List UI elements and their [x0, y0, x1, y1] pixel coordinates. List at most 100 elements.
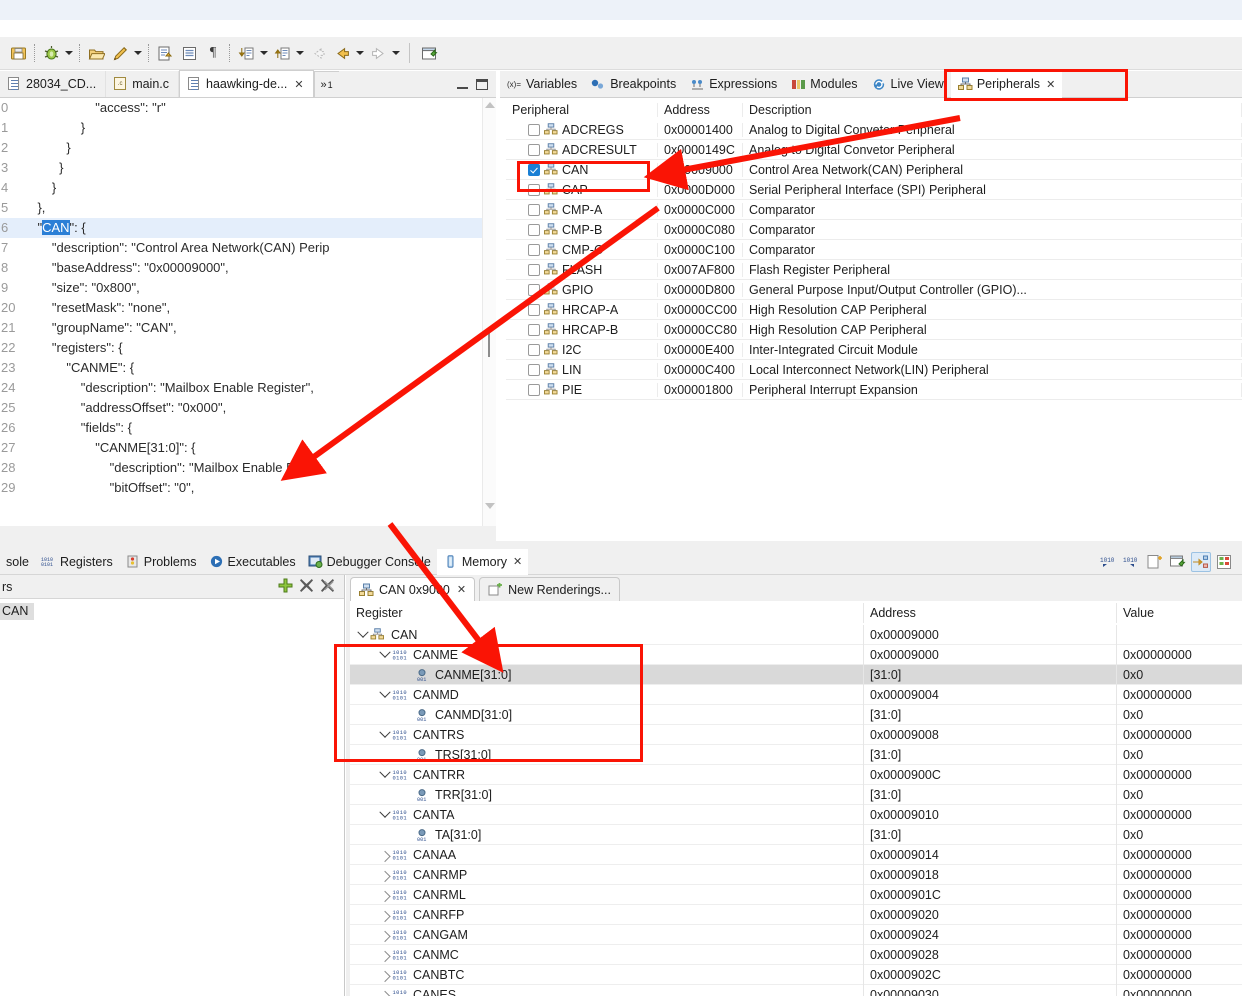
register-value[interactable]: 0x0	[1117, 705, 1242, 725]
forward-dropdown-arrow-icon[interactable]	[390, 42, 402, 64]
chevron-right-icon[interactable]	[378, 888, 392, 902]
scroll-down-icon[interactable]	[485, 503, 495, 513]
tab-memory[interactable]: Memory ✕	[436, 548, 529, 575]
code-line[interactable]: 22 "registers": {	[0, 338, 496, 358]
peripheral-name-cell[interactable]: ADCRESULT	[506, 142, 658, 157]
register-value[interactable]: 0x00000000	[1117, 685, 1242, 705]
register-row[interactable]: 1010 0101 CANRML 0x0000901C 0x00000000	[350, 884, 1242, 905]
register-name-cell[interactable]: 1010 0101 CANRMP	[350, 864, 864, 885]
column-header-description[interactable]: Description	[743, 102, 1242, 117]
peripheral-row[interactable]: LIN 0x0000C400 Local Interconnect Network(…	[506, 360, 1242, 380]
register-value[interactable]: 0x0	[1117, 665, 1242, 685]
peripheral-row[interactable]: CMP-B 0x0000C080 Comparator	[506, 220, 1242, 240]
tab-executables[interactable]: Executables	[203, 549, 302, 575]
column-header-address[interactable]: Address	[864, 602, 1117, 623]
editor-tab-overflow[interactable]: » 1	[313, 71, 339, 97]
column-header-peripheral[interactable]: Peripheral	[506, 102, 658, 117]
peripheral-checkbox[interactable]	[528, 363, 540, 376]
column-header-value[interactable]: Value	[1117, 603, 1242, 623]
chevron-down-icon[interactable]	[356, 628, 370, 642]
column-header-register[interactable]: Register	[350, 602, 864, 623]
register-value[interactable]: 0x00000000	[1117, 945, 1242, 965]
register-name-cell[interactable]: 001 TRS[31:0]	[350, 744, 864, 765]
open-perspective-icon[interactable]	[418, 42, 440, 64]
register-value[interactable]: 0x00000000	[1117, 725, 1242, 745]
peripheral-checkbox[interactable]	[528, 283, 540, 296]
tab-console[interactable]: sole	[0, 549, 35, 575]
next-annotation-icon[interactable]	[235, 42, 257, 64]
register-row[interactable]: 1010 0101 CANMD 0x00009004 0x00000000	[350, 684, 1242, 705]
run-pencil-icon[interactable]	[109, 42, 131, 64]
peripheral-checkbox[interactable]	[528, 163, 540, 176]
code-line[interactable]: 23 "CANME": {	[0, 358, 496, 378]
peripheral-checkbox[interactable]	[528, 243, 540, 256]
peripheral-row[interactable]: CAP 0x0000D000 Serial Peripheral Interface…	[506, 180, 1242, 200]
close-icon[interactable]: ✕	[1046, 78, 1055, 91]
peripheral-row[interactable]: GPIO 0x0000D800 General Purpose Input/Outp…	[506, 280, 1242, 300]
register-value[interactable]: 0x0	[1117, 745, 1242, 765]
editor-tab-1[interactable]: .c main.c	[106, 71, 180, 97]
register-name-cell[interactable]: 001 TA[31:0]	[350, 824, 864, 845]
chevron-right-icon[interactable]	[378, 848, 392, 862]
register-name-cell[interactable]: 1010 0101 CANMD	[350, 684, 864, 705]
register-name-cell[interactable]: 1010 0101 CANAA	[350, 844, 864, 865]
debug-dropdown-arrow-icon[interactable]	[63, 42, 75, 64]
code-line[interactable]: 2 }	[0, 138, 496, 158]
tab-peripherals[interactable]: Peripherals ✕	[950, 70, 1063, 98]
tab-registers[interactable]: 1010 0101 Registers	[35, 549, 119, 575]
register-row[interactable]: 1010 0101 CANBTC 0x0000902C 0x00000000	[350, 964, 1242, 985]
minimize-icon[interactable]	[457, 80, 468, 89]
register-name-cell[interactable]: 001 CANME[31:0]	[350, 664, 864, 685]
maximize-icon[interactable]	[476, 78, 488, 90]
code-line[interactable]: 26 "fields": {	[0, 418, 496, 438]
register-row[interactable]: 001 CANME[31:0] [31:0] 0x0	[350, 664, 1242, 685]
run-dropdown-arrow-icon[interactable]	[132, 42, 144, 64]
tab-problems[interactable]: Problems	[119, 549, 203, 575]
register-name-cell[interactable]: 1010 0101 CANTRS	[350, 724, 864, 745]
peripheral-name-cell[interactable]: CAP	[506, 182, 658, 197]
peripheral-checkbox[interactable]	[528, 303, 540, 316]
close-icon[interactable]: ✕	[294, 78, 303, 91]
register-row[interactable]: 1010 0101 CANTRS 0x00009008 0x00000000	[350, 724, 1242, 745]
register-value[interactable]: 0x00000000	[1117, 805, 1242, 825]
peripheral-name-cell[interactable]: CMP-B	[506, 222, 658, 237]
register-value[interactable]: 0x00000000	[1117, 885, 1242, 905]
tab-live-view[interactable]: Live View	[865, 71, 951, 98]
pin-memory-monitor-icon[interactable]	[1214, 552, 1234, 572]
peripheral-checkbox[interactable]	[528, 223, 540, 236]
code-line[interactable]: 3 }	[0, 158, 496, 178]
toggle-memory-monitors-icon[interactable]: 1010	[1122, 552, 1142, 572]
register-row[interactable]: 001 TA[31:0] [31:0] 0x0	[350, 824, 1242, 845]
register-row[interactable]: 1010 0101 CANRFP 0x00009020 0x00000000	[350, 904, 1242, 925]
peripheral-row[interactable]: ADCREGS 0x00001400 Analog to Digital Conve…	[506, 120, 1242, 140]
register-name-cell[interactable]: 10100101 CANES	[350, 984, 864, 996]
register-row[interactable]: 1010 0101 CANRMP 0x00009018 0x00000000	[350, 864, 1242, 885]
peripheral-row[interactable]: CMP-A 0x0000C000 Comparator	[506, 200, 1242, 220]
code-line[interactable]: 5 },	[0, 198, 496, 218]
peripheral-checkbox[interactable]	[528, 203, 540, 216]
debug-bug-icon[interactable]	[40, 42, 62, 64]
chevron-down-icon[interactable]	[378, 808, 392, 822]
chevron-down-icon[interactable]	[378, 728, 392, 742]
register-value[interactable]: 0x0	[1117, 785, 1242, 805]
code-line[interactable]: 24 "description": "Mailbox Enable Regist…	[0, 378, 496, 398]
register-name-cell[interactable]: 1010 0101 CANTRR	[350, 764, 864, 785]
scroll-up-icon[interactable]	[485, 102, 495, 112]
register-value[interactable]: 0x00000000	[1117, 925, 1242, 945]
open-folder-icon[interactable]	[85, 42, 107, 64]
register-row[interactable]: 10100101 CANES 0x000090300x00000000	[350, 984, 1242, 996]
scrollbar-thumb[interactable]	[488, 333, 490, 357]
register-row[interactable]: 001 CANMD[31:0] [31:0] 0x0	[350, 704, 1242, 725]
register-row[interactable]: 1010 0101 CANMC 0x00009028 0x00000000	[350, 944, 1242, 965]
prev-annotation-icon[interactable]	[271, 42, 293, 64]
editor-tab-0[interactable]: 28034_CD...	[0, 71, 107, 97]
chevron-down-icon[interactable]	[378, 688, 392, 702]
peripheral-checkbox[interactable]	[528, 383, 540, 396]
code-line[interactable]: 27 "CANME[31:0]": {	[0, 438, 496, 458]
tab-variables[interactable]: (x)= Variables	[500, 71, 584, 98]
code-line[interactable]: 4 }	[0, 178, 496, 198]
code-line[interactable]: 25 "addressOffset": "0x000",	[0, 398, 496, 418]
register-value[interactable]: 0x00000000	[1117, 905, 1242, 925]
chevron-right-icon[interactable]	[378, 868, 392, 882]
code-line[interactable]: 0 "access": "r"	[0, 98, 496, 118]
